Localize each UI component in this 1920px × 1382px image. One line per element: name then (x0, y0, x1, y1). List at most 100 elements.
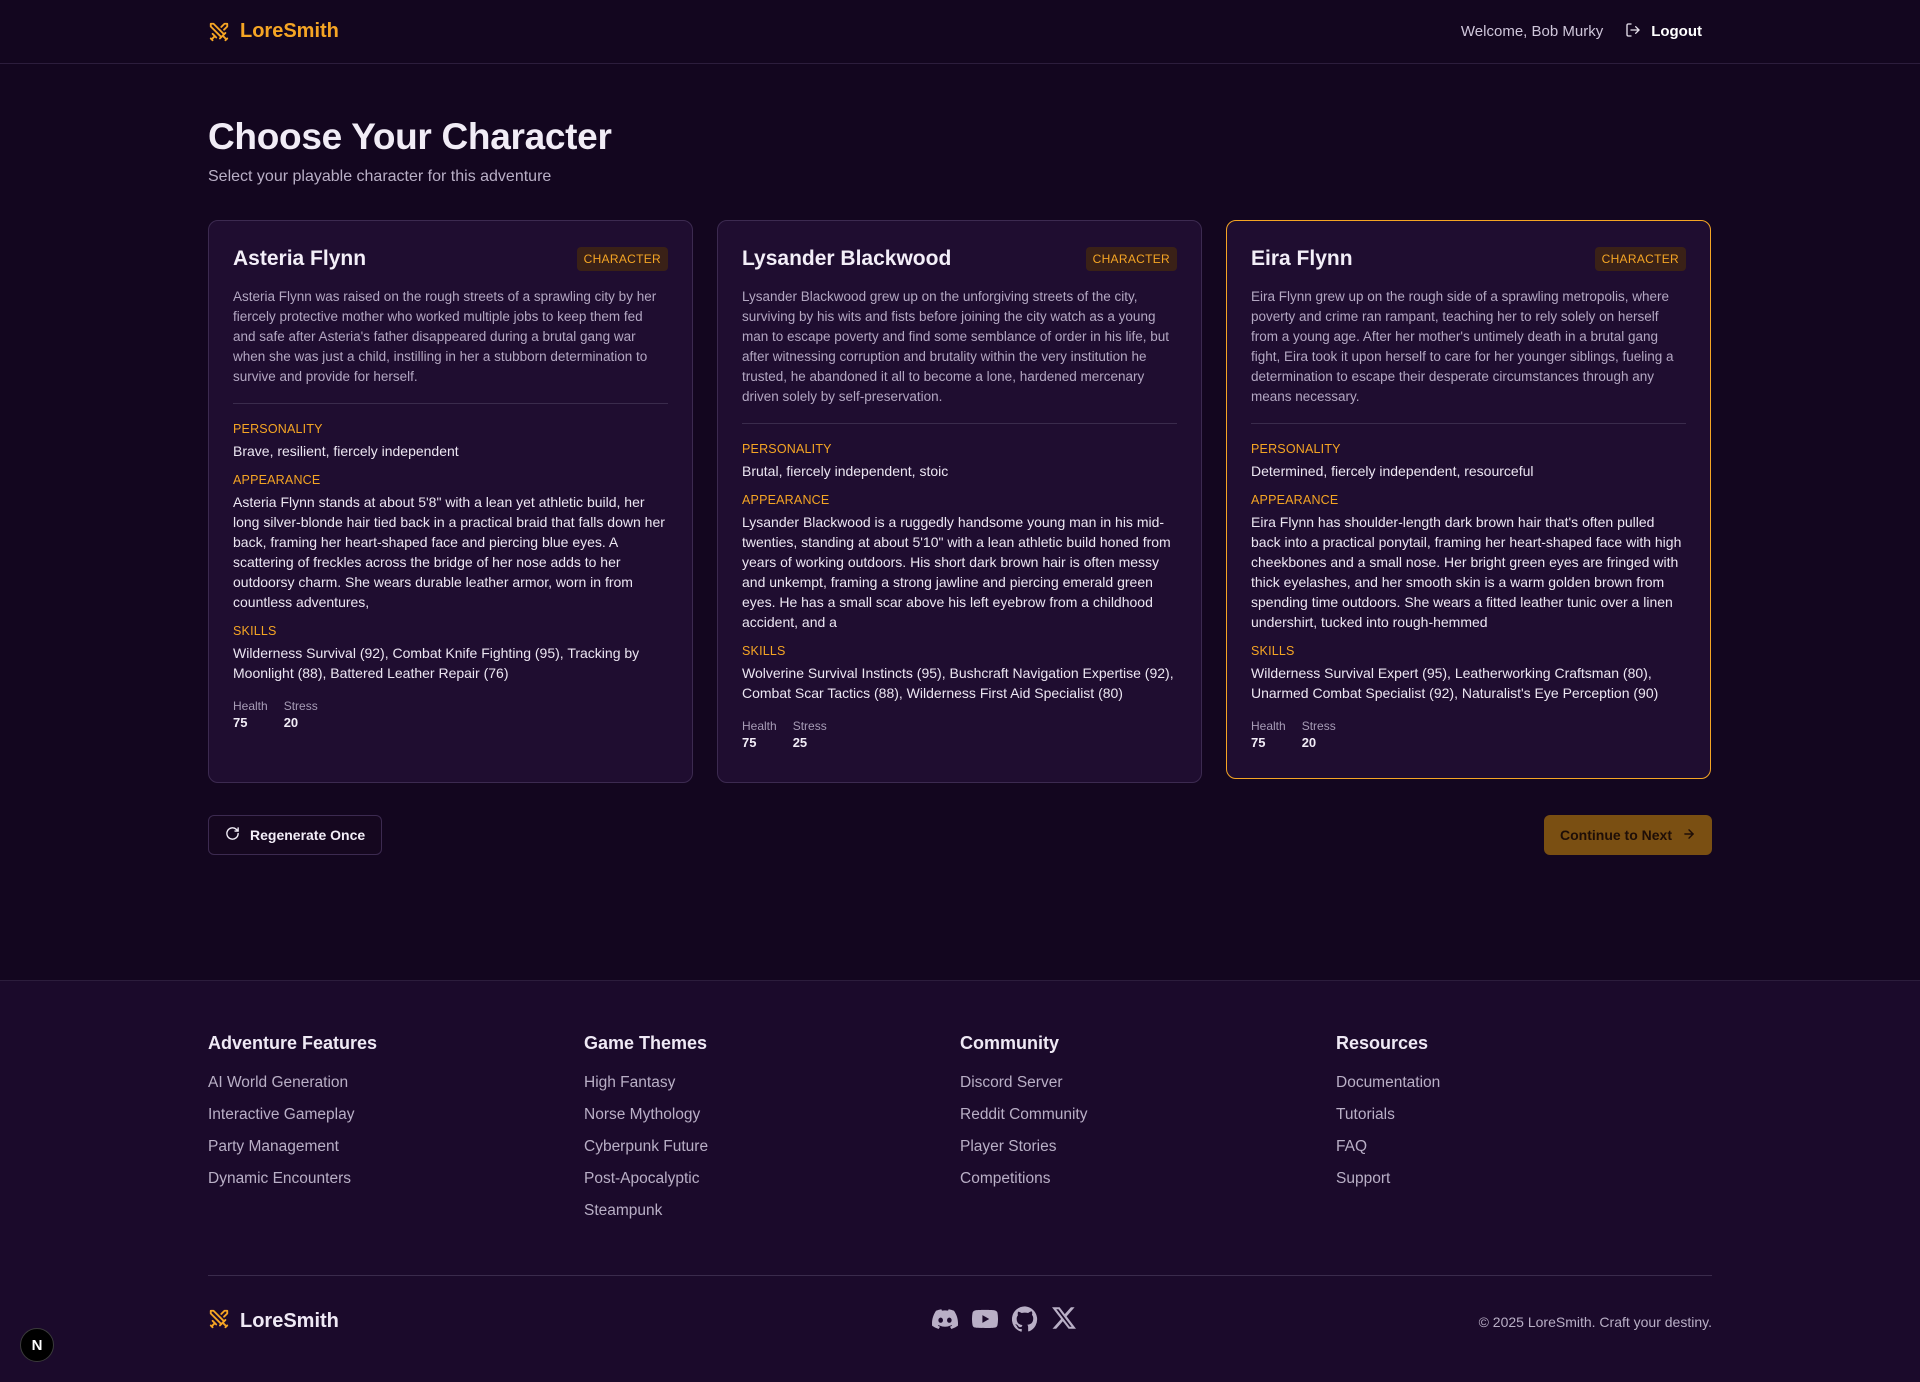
logout-label: Logout (1651, 23, 1702, 40)
skills-label: SKILLS (1251, 644, 1295, 658)
footer-link[interactable]: Tutorials (1336, 1106, 1712, 1124)
footer-bottom: LoreSmith © 2025 LoreSmith. Craft your d… (208, 1275, 1712, 1367)
logout-button[interactable]: Logout (1625, 22, 1702, 42)
health-value: 75 (233, 715, 248, 730)
copyright-text: © 2025 LoreSmith. Craft your destiny. (1478, 1313, 1712, 1330)
page-subtitle: Select your playable character for this … (208, 168, 552, 185)
character-card[interactable]: Asteria Flynn CHARACTER Asteria Flynn wa… (208, 220, 693, 783)
personality-text: Brave, resilient, fiercely independent (233, 443, 459, 459)
social-links (931, 1306, 1076, 1337)
stress-label: Stress (283, 699, 318, 713)
page-title: Choose Your Character (208, 116, 612, 157)
character-name: Lysander Blackwood (742, 247, 952, 270)
footer-brand[interactable]: LoreSmith (208, 1308, 339, 1335)
footer-link[interactable]: Player Stories (960, 1138, 1336, 1156)
character-badge: CHARACTER (576, 247, 668, 271)
character-description: Asteria Flynn was raised on the rough st… (233, 289, 657, 384)
action-bar: Regenerate Once Continue to Next (208, 815, 1712, 855)
continue-label: Continue to Next (1560, 827, 1672, 843)
health-value: 75 (1251, 735, 1266, 750)
footer-link[interactable]: Interactive Gameplay (208, 1106, 584, 1124)
character-cards: Asteria Flynn CHARACTER Asteria Flynn wa… (208, 220, 1712, 783)
appearance-text: Eira Flynn has shoulder-length dark brow… (1251, 514, 1682, 630)
character-badge: CHARACTER (1085, 247, 1177, 271)
crossed-swords-icon (208, 21, 230, 43)
divider (742, 423, 1177, 424)
character-stats: Health 75 Stress 25 (742, 719, 1177, 750)
personality-label: PERSONALITY (742, 442, 832, 456)
footer-link[interactable]: Post-Apocalyptic (584, 1170, 960, 1188)
appearance-label: APPEARANCE (233, 473, 321, 487)
refresh-icon (225, 826, 240, 844)
footer-link[interactable]: Norse Mythology (584, 1106, 960, 1124)
character-stats: Health 75 Stress 20 (1251, 719, 1686, 750)
footer-link[interactable]: High Fantasy (584, 1074, 960, 1092)
footer-link[interactable]: Party Management (208, 1138, 584, 1156)
divider (1251, 423, 1686, 424)
health-label: Health (1251, 719, 1286, 733)
footer-link[interactable]: Support (1336, 1170, 1712, 1188)
character-stats: Health 75 Stress 20 (233, 699, 668, 730)
personality-label: PERSONALITY (233, 422, 323, 436)
footer-link[interactable]: Cyberpunk Future (584, 1138, 960, 1156)
footer-link[interactable]: Discord Server (960, 1074, 1336, 1092)
character-description: Lysander Blackwood grew up on the unforg… (742, 289, 1169, 404)
discord-icon[interactable] (931, 1306, 958, 1337)
stress-value: 20 (1301, 735, 1317, 750)
footer-column-game-themes: Game Themes High Fantasy Norse Mythology… (584, 1033, 960, 1234)
main-content: Choose Your Character Select your playab… (0, 64, 1920, 855)
stress-label: Stress (792, 719, 827, 733)
site-footer: Adventure Features AI World Generation I… (0, 980, 1920, 1382)
footer-link[interactable]: Dynamic Encounters (208, 1170, 584, 1188)
footer-column-title: Adventure Features (208, 1033, 378, 1053)
divider (233, 403, 668, 404)
x-icon[interactable] (1051, 1306, 1076, 1337)
dev-tools-badge[interactable]: N (20, 1328, 54, 1362)
regenerate-button[interactable]: Regenerate Once (208, 815, 383, 855)
footer-link[interactable]: Documentation (1336, 1074, 1712, 1092)
skills-label: SKILLS (742, 644, 786, 658)
footer-link[interactable]: Steampunk (584, 1202, 960, 1220)
footer-link[interactable]: Competitions (960, 1170, 1336, 1188)
skills-text: Wilderness Survival Expert (95), Leather… (1251, 665, 1659, 701)
skills-label: SKILLS (233, 624, 277, 638)
stress-value: 20 (283, 715, 299, 730)
health-label: Health (742, 719, 777, 733)
character-description: Eira Flynn grew up on the rough side of … (1251, 289, 1674, 404)
stress-label: Stress (1301, 719, 1336, 733)
character-name: Eira Flynn (1251, 247, 1353, 270)
character-badge: CHARACTER (1594, 247, 1686, 271)
health-label: Health (233, 699, 268, 713)
youtube-icon[interactable] (971, 1306, 998, 1337)
character-name: Asteria Flynn (233, 247, 367, 270)
github-icon[interactable] (1011, 1306, 1038, 1337)
character-card[interactable]: Lysander Blackwood CHARACTER Lysander Bl… (717, 220, 1202, 783)
logout-icon (1625, 22, 1641, 42)
footer-link[interactable]: AI World Generation (208, 1074, 584, 1092)
welcome-text: Welcome, Bob Murky (1460, 23, 1604, 40)
footer-link[interactable]: FAQ (1336, 1138, 1712, 1156)
footer-columns: Adventure Features AI World Generation I… (208, 1033, 1712, 1234)
brand-name: LoreSmith (240, 20, 339, 42)
footer-column-resources: Resources Documentation Tutorials FAQ Su… (1336, 1033, 1712, 1234)
personality-text: Determined, fiercely independent, resour… (1251, 463, 1534, 479)
top-navbar: LoreSmith Welcome, Bob Murky Logout (0, 0, 1920, 64)
footer-brand-name: LoreSmith (240, 1310, 339, 1332)
stress-value: 25 (792, 735, 808, 750)
brand[interactable]: LoreSmith (208, 20, 339, 43)
personality-text: Brutal, fiercely independent, stoic (742, 463, 949, 479)
health-value: 75 (742, 735, 757, 750)
personality-label: PERSONALITY (1251, 442, 1341, 456)
footer-column-title: Resources (1336, 1033, 1429, 1053)
arrow-right-icon (1682, 827, 1696, 844)
crossed-swords-icon (208, 1308, 230, 1335)
skills-text: Wolverine Survival Instincts (95), Bushc… (742, 665, 1174, 701)
footer-column-title: Game Themes (584, 1033, 708, 1053)
footer-column-title: Community (960, 1033, 1059, 1053)
skills-text: Wilderness Survival (92), Combat Knife F… (233, 645, 640, 681)
continue-button[interactable]: Continue to Next (1544, 815, 1712, 855)
footer-column-adventure-features: Adventure Features AI World Generation I… (208, 1033, 584, 1234)
character-card-selected[interactable]: Eira Flynn CHARACTER Eira Flynn grew up … (1226, 220, 1711, 779)
regenerate-label: Regenerate Once (250, 827, 366, 843)
footer-link[interactable]: Reddit Community (960, 1106, 1336, 1124)
